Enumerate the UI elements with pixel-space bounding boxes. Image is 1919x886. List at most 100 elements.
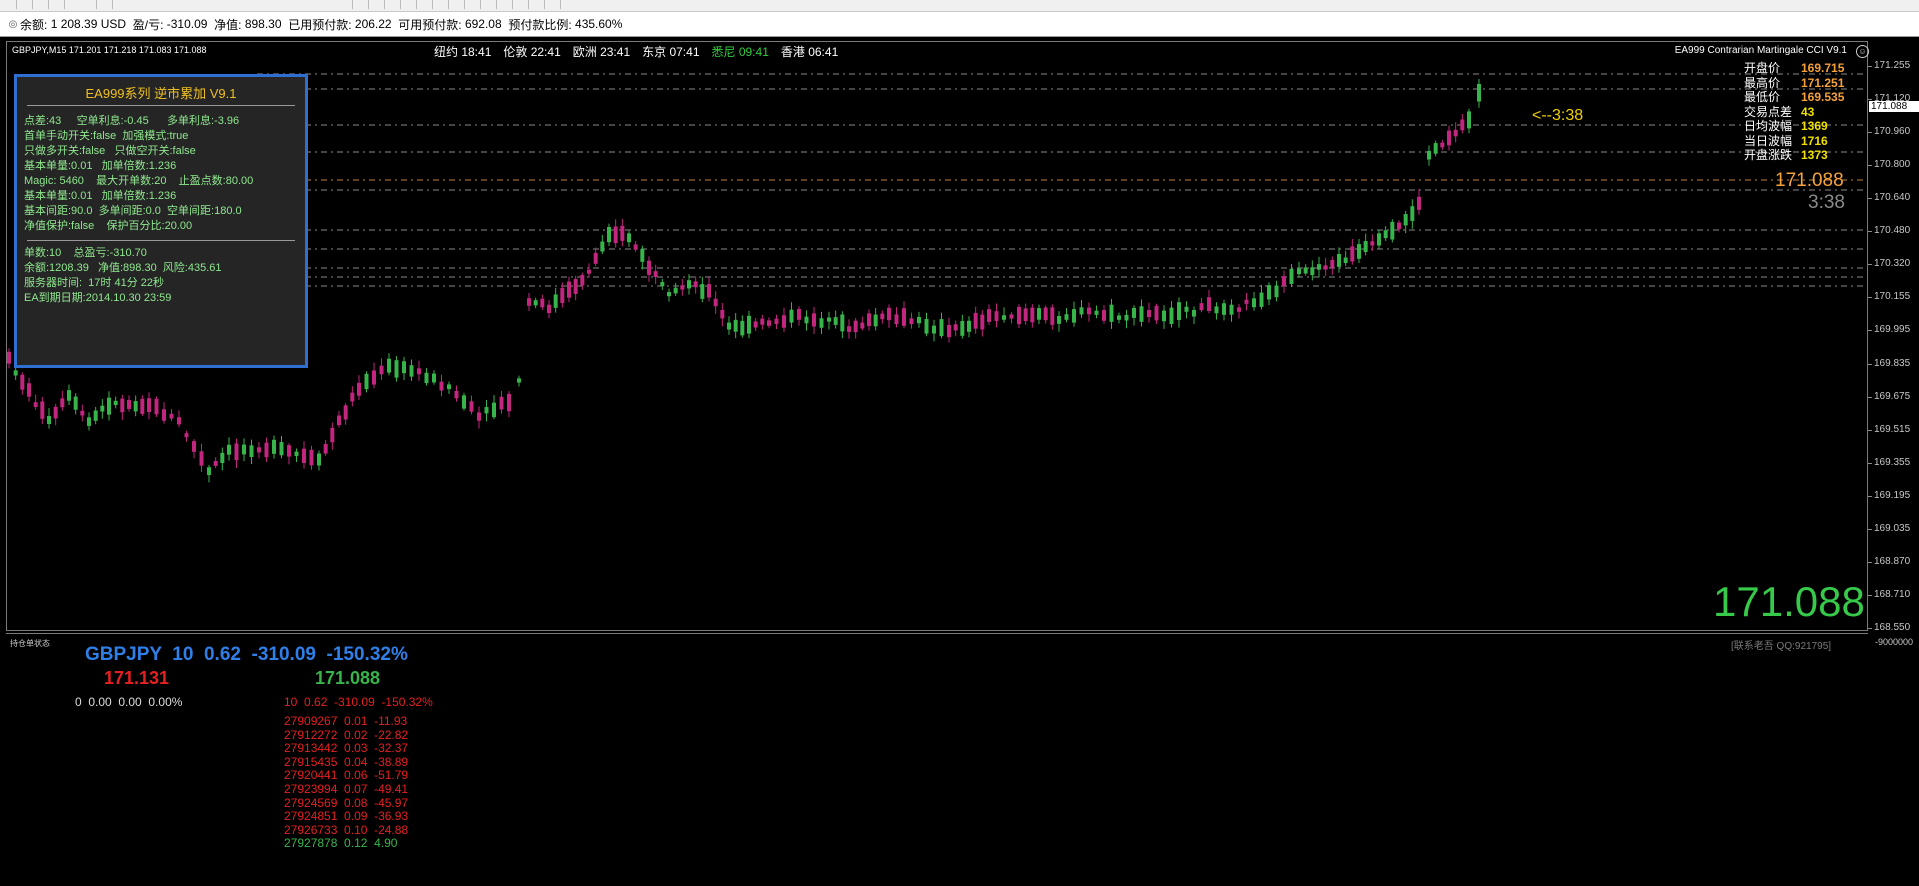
candle-body bbox=[533, 300, 538, 306]
candle-body bbox=[1267, 285, 1271, 300]
ea-panel-title: EA999系列 逆市累加 V9.1 bbox=[85, 86, 237, 101]
candle-body bbox=[1229, 304, 1234, 315]
toolbar-button[interactable] bbox=[18, 0, 33, 9]
candle-body bbox=[424, 372, 429, 384]
candle-body bbox=[860, 322, 865, 329]
candle-body bbox=[1397, 222, 1401, 230]
candle-body bbox=[272, 439, 276, 454]
toolbar-button[interactable] bbox=[434, 0, 449, 9]
candle-body bbox=[53, 406, 58, 419]
toolbar-button[interactable] bbox=[98, 0, 113, 9]
candle-body bbox=[120, 398, 125, 413]
candle-body bbox=[199, 451, 204, 466]
toolbar-button[interactable] bbox=[82, 0, 97, 9]
bar-countdown: 3:38 bbox=[1808, 192, 1845, 213]
toolbar-button[interactable] bbox=[2, 0, 17, 9]
toolbar-button[interactable] bbox=[418, 0, 433, 9]
candle-body bbox=[100, 405, 105, 412]
ea-account-list: 单数:10 总盈亏:-310.70 余额:1208.39 净值:898.30 风险… bbox=[17, 241, 305, 306]
candle-body bbox=[1079, 307, 1084, 315]
toolbar-button[interactable] bbox=[50, 0, 65, 9]
status-dot-icon: ◎ bbox=[8, 18, 18, 30]
candle-body bbox=[1433, 143, 1438, 154]
toolbar-button[interactable] bbox=[338, 0, 353, 9]
candle-body bbox=[747, 315, 751, 334]
order-row: 27912272 0.02 -22.82 bbox=[284, 727, 409, 742]
candle-body bbox=[93, 410, 98, 421]
toolbar-button[interactable] bbox=[370, 0, 385, 9]
candle-body bbox=[213, 460, 218, 466]
balance-label: 余额: bbox=[20, 17, 48, 32]
toolbar-button[interactable] bbox=[450, 0, 465, 9]
candle-body bbox=[402, 361, 406, 374]
axis-price-label: 170.640 bbox=[1874, 192, 1911, 204]
toolbar-button[interactable] bbox=[466, 0, 481, 9]
candle-body bbox=[1337, 254, 1341, 267]
candle-body bbox=[840, 314, 845, 332]
order-row: 27920441 0.06 -51.79 bbox=[284, 768, 409, 783]
ea-info-panel: EA999系列 逆市累加 V9.1 点差:43 空单利息:-0.45 多单利息:… bbox=[14, 74, 308, 368]
candle-body bbox=[653, 271, 658, 278]
candle-body bbox=[447, 384, 451, 390]
axis-price-label: 169.995 bbox=[1874, 324, 1911, 336]
ea-smiley-icon[interactable]: ☺ bbox=[1856, 45, 1869, 58]
toolbar-button[interactable] bbox=[530, 0, 545, 9]
axis-tick bbox=[1868, 231, 1872, 233]
candle-body bbox=[1037, 308, 1041, 320]
free-margin-value: 692.08 bbox=[464, 17, 502, 31]
ask-price: 171.088 bbox=[315, 668, 381, 688]
candle-body bbox=[797, 309, 801, 320]
candle-body bbox=[364, 373, 369, 390]
toolbar-button[interactable] bbox=[546, 0, 561, 9]
axis-tick bbox=[1868, 198, 1872, 200]
candle-body bbox=[184, 433, 189, 438]
candle-body bbox=[1460, 119, 1465, 131]
big-current-price: 171.088 bbox=[1713, 578, 1865, 625]
toolbar-button[interactable] bbox=[482, 0, 497, 9]
candle-body bbox=[720, 310, 725, 319]
candle-body bbox=[87, 417, 91, 426]
candle-body bbox=[1427, 150, 1431, 160]
candle-body bbox=[687, 280, 691, 289]
axis-price-label: 168.870 bbox=[1874, 555, 1911, 567]
order-list: 27909267 0.01 -11.93 27912272 0.02 -22.82… bbox=[284, 714, 409, 851]
candle-body bbox=[804, 316, 809, 324]
stat-value: 169.535 bbox=[1801, 90, 1845, 104]
candle-body bbox=[740, 320, 745, 336]
axis-tick bbox=[1868, 429, 1872, 431]
candle-body bbox=[867, 313, 871, 327]
toolbar-button[interactable] bbox=[34, 0, 49, 9]
candle-body bbox=[13, 370, 18, 376]
used-margin-value: 206.22 bbox=[354, 17, 392, 31]
candle-body bbox=[667, 292, 671, 297]
candle-body bbox=[1169, 307, 1174, 325]
stat-row: 当日波幅 1716 bbox=[1744, 134, 1882, 149]
candle-body bbox=[1132, 307, 1136, 318]
axis-tick bbox=[1868, 165, 1872, 167]
price-axis[interactable]: 171.255 171.120 170.960 170.800 170.640 170.4… bbox=[1868, 41, 1919, 885]
toolbar-button[interactable] bbox=[498, 0, 513, 9]
candle-body bbox=[693, 281, 698, 288]
candle-body bbox=[1370, 241, 1375, 246]
candle-body bbox=[1252, 298, 1256, 308]
candle-body bbox=[707, 284, 711, 298]
margin-level-value: 435.60% bbox=[575, 17, 623, 31]
toolbar-button[interactable] bbox=[402, 0, 417, 9]
candle-body bbox=[1317, 264, 1321, 270]
candle-body bbox=[107, 397, 111, 415]
toolbar-button[interactable] bbox=[386, 0, 401, 9]
candle-body bbox=[67, 390, 71, 401]
candle-body bbox=[343, 405, 348, 420]
stat-label: 开盘涨跌 bbox=[1744, 148, 1793, 162]
candle-body bbox=[1184, 306, 1189, 312]
candle-body bbox=[607, 226, 611, 243]
axis-price-label: 169.355 bbox=[1874, 456, 1911, 468]
candle-body bbox=[633, 244, 638, 250]
candle-body bbox=[499, 396, 504, 410]
toolbar-button[interactable] bbox=[514, 0, 529, 9]
ea-account-line: 单数:10 总盈亏:-310.70 bbox=[24, 247, 147, 259]
candle-body bbox=[162, 409, 166, 421]
axis-tick bbox=[1868, 363, 1872, 365]
candle-body bbox=[833, 317, 838, 325]
toolbar-button[interactable] bbox=[354, 0, 369, 9]
